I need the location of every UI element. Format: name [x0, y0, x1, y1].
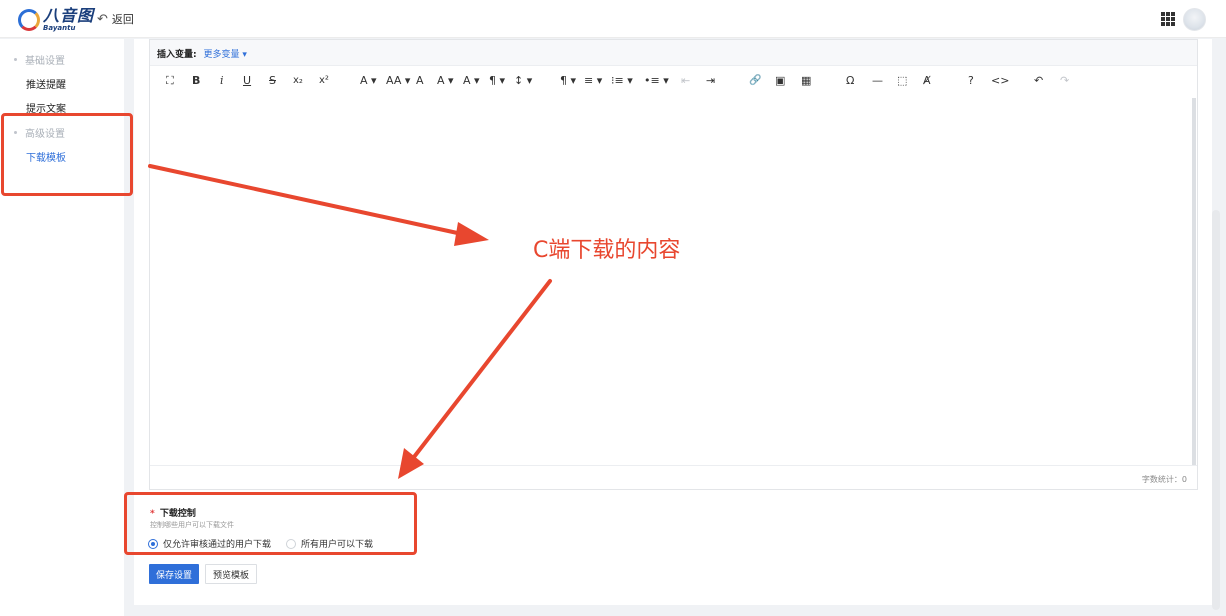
word-count: 字数统计：0 — [1141, 475, 1187, 484]
app-grid-icon[interactable] — [1161, 12, 1175, 26]
link-icon[interactable]: 🔗 — [749, 74, 761, 88]
back-arrow-icon: ↶ — [97, 11, 108, 27]
ordered-list-dropdown[interactable]: ⁝≡ ▾ — [611, 74, 633, 88]
logo-mark-icon — [18, 9, 40, 31]
sidebar-item-push-reminder[interactable]: 推送提醒 — [26, 76, 66, 91]
line-height-dropdown[interactable]: ↕ ▾ — [514, 74, 532, 88]
bullet-list-dropdown[interactable]: •≡ ▾ — [644, 74, 669, 88]
save-settings-button[interactable]: 保存设置 — [149, 564, 200, 584]
highlight-color-dropdown[interactable]: A ▾ — [437, 74, 454, 88]
superscript-button[interactable]: x² — [319, 74, 329, 88]
undo-icon[interactable]: ↶ — [1034, 74, 1043, 88]
back-button[interactable]: ↶ 返回 — [97, 11, 134, 27]
font-family-icon[interactable]: A — [416, 74, 424, 88]
subscript-button[interactable]: x₂ — [293, 74, 303, 88]
user-avatar[interactable] — [1183, 8, 1206, 31]
sidebar-group-basic: 基础设置 — [14, 52, 65, 67]
editor-toolbar: ⛶ B i U S x₂ x² A ▾ AA ▾ A A ▾ A ▾ ¶ ▾ ↕… — [150, 67, 1197, 95]
top-header: 八音图 Bayantu ↶ 返回 — [0, 0, 1226, 38]
table-icon[interactable]: ▦ — [801, 74, 811, 88]
insert-variable-label: 插入变量: — [157, 50, 197, 60]
code-view-icon[interactable]: <> — [991, 74, 1009, 88]
logo-text-en: Bayantu — [43, 24, 76, 32]
special-char-icon[interactable]: Ω — [846, 74, 854, 88]
help-icon[interactable]: ? — [968, 74, 974, 88]
logo[interactable]: 八音图 Bayantu — [18, 8, 94, 32]
more-variables-dropdown[interactable]: 更多变量 ▾ — [203, 50, 246, 60]
underline-button[interactable]: U — [243, 74, 251, 88]
editor-content-area[interactable] — [150, 96, 1196, 464]
indent-icon[interactable]: ⇥ — [706, 74, 715, 88]
word-count-status: 字数统计：0 — [150, 465, 1197, 490]
paragraph-format-dropdown[interactable]: ¶ ▾ — [560, 74, 576, 88]
group-dot-icon — [14, 58, 17, 61]
font-size-dropdown[interactable]: AA ▾ — [386, 74, 410, 88]
insert-variable-bar: 插入变量: 更多变量 ▾ — [150, 40, 1197, 66]
logo-text-cn: 八音图 — [43, 6, 95, 25]
horizontal-rule-icon[interactable]: — — [872, 74, 883, 88]
preview-template-button[interactable]: 预览模板 — [205, 564, 258, 584]
annotation-text: C端下载的内容 — [533, 238, 681, 263]
bold-button[interactable]: B — [192, 74, 200, 88]
fullscreen-icon[interactable]: ⛶ — [166, 74, 174, 88]
rich-text-editor: 插入变量: 更多变量 ▾ ⛶ B i U S x₂ x² A ▾ AA ▾ A … — [149, 39, 1198, 490]
image-icon[interactable]: ▣ — [775, 74, 785, 88]
outdent-icon[interactable]: ⇤ — [681, 74, 690, 88]
paragraph-style-dropdown[interactable]: ¶ ▾ — [489, 74, 505, 88]
editor-scrollbar[interactable] — [1192, 98, 1196, 466]
align-dropdown[interactable]: ≡ ▾ — [584, 74, 602, 88]
redo-icon[interactable]: ↷ — [1060, 74, 1069, 88]
annotation-box-download-control — [124, 492, 417, 555]
back-label: 返回 — [111, 13, 134, 26]
strikethrough-button[interactable]: S — [269, 74, 276, 88]
text-style-dropdown[interactable]: A ▾ — [463, 74, 480, 88]
page-scrollbar[interactable] — [1212, 210, 1220, 610]
select-all-icon[interactable]: ⬚ — [897, 74, 907, 88]
annotation-box-sidebar — [1, 113, 133, 196]
font-color-dropdown[interactable]: A ▾ — [360, 74, 377, 88]
italic-button[interactable]: i — [220, 74, 224, 88]
clear-format-icon[interactable]: Ⱥ — [923, 74, 931, 88]
